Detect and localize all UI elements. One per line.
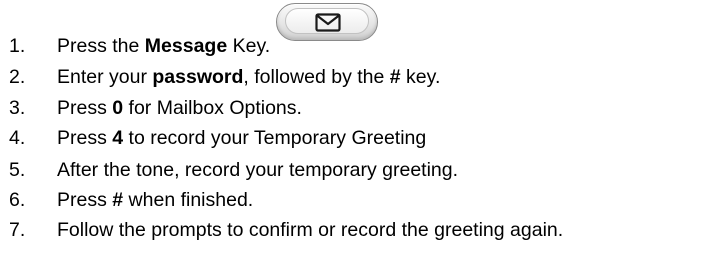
step-number: 5. (9, 158, 26, 181)
step-number: 3. (9, 96, 26, 119)
step-text: After the tone, record your temporary gr… (57, 159, 458, 182)
step-number: 6. (9, 188, 26, 211)
bold-term: password (152, 65, 244, 88)
text-run: Press (57, 96, 113, 119)
step-text: Press the Message Key. (57, 35, 270, 58)
step-number: 7. (9, 218, 26, 241)
step-text: Press 0 for Mailbox Options. (57, 97, 302, 120)
text-run: , followed by the (243, 65, 390, 88)
text-run: Press (57, 188, 113, 211)
step-number: 2. (9, 65, 26, 88)
text-run: when finished. (123, 188, 254, 211)
step-text: Enter your password, followed by the # k… (57, 66, 440, 89)
text-run: to record your Temporary Greeting (123, 126, 427, 149)
envelope-icon (315, 13, 341, 32)
text-run: Press the (57, 34, 145, 57)
step-number: 1. (9, 34, 26, 57)
text-run: key. (400, 65, 441, 88)
bold-term: 4 (112, 126, 124, 149)
text-run: Enter your (57, 65, 153, 88)
text-run: for Mailbox Options. (123, 96, 302, 119)
step-text: Press 4 to record your Temporary Greetin… (57, 127, 426, 150)
text-run: After the tone, record your temporary gr… (57, 158, 459, 181)
step-number: 4. (9, 126, 26, 149)
bold-term: 0 (112, 96, 124, 119)
text-run: Key. (227, 34, 271, 57)
bold-term: Message (144, 34, 228, 57)
bold-term: # (112, 188, 124, 211)
step-text: Press # when finished. (57, 189, 253, 212)
step-text: Follow the prompts to confirm or record … (57, 219, 563, 242)
message-key-image (276, 3, 379, 41)
bold-term: # (389, 65, 401, 88)
text-run: Follow the prompts to confirm or record … (57, 218, 564, 241)
text-run: Press (57, 126, 113, 149)
